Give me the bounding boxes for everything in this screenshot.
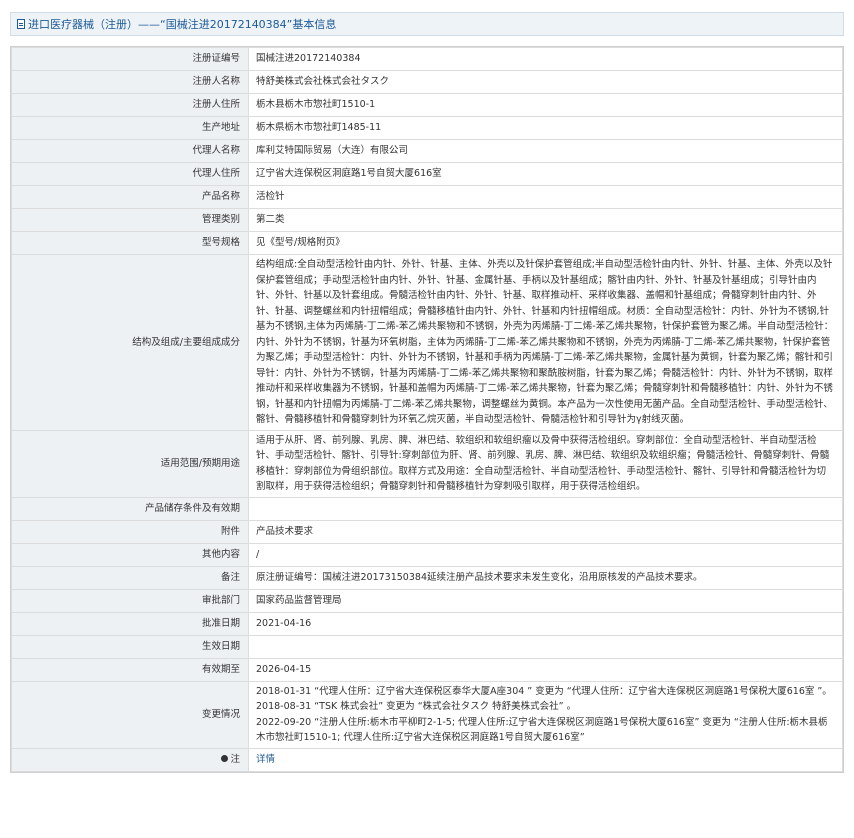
change-entry: 2022-09-20 “注册人住所:栃木市平柳町2-1-5; 代理人住所:辽宁省…	[256, 716, 828, 744]
note-label-cell: 注	[11, 747, 249, 772]
field-label: 注册人名称	[11, 70, 249, 94]
field-value: 结构组成:全自动型活检针由内针、外针、针基、主体、外壳以及针保护套管组成;半自动…	[248, 254, 843, 431]
field-label: 产品储存条件及有效期	[11, 496, 249, 521]
field-value: 国械注进20172140384	[248, 47, 843, 71]
field-value: 栃木县栃木市惣社町1510-1	[248, 93, 843, 117]
field-label: 代理人名称	[11, 139, 249, 163]
field-label: 其他内容	[11, 542, 249, 567]
change-entry: 2018-08-31 “TSK 株式会社” 变更为 “株式会社タスク 特舒美株式…	[256, 701, 577, 712]
field-label: 生效日期	[11, 634, 249, 659]
table-row-note: 注 详情	[11, 747, 843, 772]
page-title: 进口医疗器械（注册）——“国械注进20172140384”基本信息	[28, 18, 337, 31]
field-value: 原注册证编号：国械注进20173150384延续注册产品技术要求未发生变化，沿用…	[248, 565, 843, 590]
field-value: 产品技术要求	[248, 519, 843, 544]
field-value: 国家药品监督管理局	[248, 588, 843, 613]
page: 进口医疗器械（注册）——“国械注进20172140384”基本信息 注册证编号 …	[10, 12, 844, 773]
field-value: 2021-04-16	[248, 611, 843, 636]
note-label: 注	[230, 753, 240, 765]
table-row: 管理类别 第二类	[11, 208, 843, 232]
field-value: 活检针	[248, 185, 843, 209]
field-label: 型号规格	[11, 231, 249, 255]
field-label: 结构及组成/主要组成成分	[11, 254, 249, 431]
table-row: 生效日期	[11, 634, 843, 659]
field-value: /	[248, 542, 843, 567]
field-value: 2026-04-15	[248, 657, 843, 682]
field-label: 管理类别	[11, 208, 249, 232]
field-label: 产品名称	[11, 185, 249, 209]
field-value: 栃木県栃木市惣社町1485-11	[248, 116, 843, 140]
table-row: 型号规格 见《型号/规格附页》	[11, 231, 843, 255]
info-table-container: 注册证编号 国械注进20172140384 注册人名称 特舒美株式会社株式会社タ…	[10, 46, 844, 773]
field-value: 第二类	[248, 208, 843, 232]
table-row: 审批部门 国家药品监督管理局	[11, 588, 843, 613]
field-value: 见《型号/规格附页》	[248, 231, 843, 255]
table-row: 代理人住所 辽宁省大连保税区洞庭路1号自贸大厦616室	[11, 162, 843, 186]
field-label: 适用范围/预期用途	[11, 429, 249, 498]
table-row: 注册证编号 国械注进20172140384	[11, 47, 843, 71]
note-value: 详情	[248, 747, 843, 772]
field-label: 批准日期	[11, 611, 249, 636]
details-link[interactable]: 详情	[256, 754, 275, 765]
field-label: 代理人住所	[11, 162, 249, 186]
table-row: 注册人住所 栃木县栃木市惣社町1510-1	[11, 93, 843, 117]
field-label: 变更情况	[11, 680, 249, 749]
table-row: 其他内容 /	[11, 542, 843, 567]
table-row: 产品名称 活检针	[11, 185, 843, 209]
field-value: 适用于从肝、肾、前列腺、乳房、脾、淋巴结、软组织和软组织瘤以及骨中获得活检组织。…	[248, 429, 843, 498]
table-row: 注册人名称 特舒美株式会社株式会社タスク	[11, 70, 843, 94]
table-row: 有效期至 2026-04-15	[11, 657, 843, 682]
field-label: 注册人住所	[11, 93, 249, 117]
table-row: 适用范围/预期用途 适用于从肝、肾、前列腺、乳房、脾、淋巴结、软组织和软组织瘤以…	[11, 429, 843, 498]
field-label: 审批部门	[11, 588, 249, 613]
field-label: 生产地址	[11, 116, 249, 140]
field-label: 注册证编号	[11, 47, 249, 71]
field-value: 特舒美株式会社株式会社タスク	[248, 70, 843, 94]
table-row: 产品储存条件及有效期	[11, 496, 843, 521]
field-value	[248, 634, 843, 659]
field-value: 库利艾特国际贸易（大连）有限公司	[248, 139, 843, 163]
table-row: 批准日期 2021-04-16	[11, 611, 843, 636]
table-row: 附件 产品技术要求	[11, 519, 843, 544]
table-row: 生产地址 栃木県栃木市惣社町1485-11	[11, 116, 843, 140]
field-label: 附件	[11, 519, 249, 544]
field-value: 辽宁省大连保税区洞庭路1号自贸大厦616室	[248, 162, 843, 186]
table-row: 备注 原注册证编号：国械注进20173150384延续注册产品技术要求未发生变化…	[11, 565, 843, 590]
table-row: 结构及组成/主要组成成分 结构组成:全自动型活检针由内针、外针、针基、主体、外壳…	[11, 254, 843, 431]
field-label: 备注	[11, 565, 249, 590]
change-entry: 2018-01-31 “代理人住所：辽宁省大连保税区泰华大厦A座304 ” 变更…	[256, 685, 832, 697]
field-label: 有效期至	[11, 657, 249, 682]
table-row-changes: 变更情况 2018-01-31 “代理人住所：辽宁省大连保税区泰华大厦A座304…	[11, 680, 843, 749]
bullet-icon	[221, 755, 229, 763]
document-icon	[17, 19, 25, 29]
info-table: 注册证编号 国械注进20172140384 注册人名称 特舒美株式会社株式会社タ…	[11, 47, 843, 772]
table-row: 代理人名称 库利艾特国际贸易（大连）有限公司	[11, 139, 843, 163]
change-history: 2018-01-31 “代理人住所：辽宁省大连保税区泰华大厦A座304 ” 变更…	[248, 680, 843, 749]
field-value	[248, 496, 843, 521]
page-header: 进口医疗器械（注册）——“国械注进20172140384”基本信息	[10, 12, 844, 36]
